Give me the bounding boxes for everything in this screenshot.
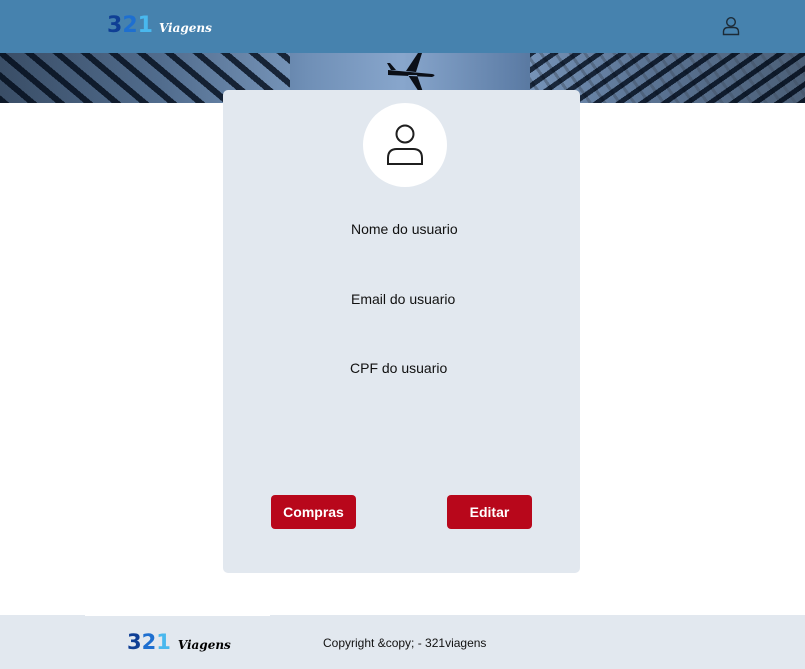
footer: 3 2 1 Viagens Copyright &copy; - 321viag… — [0, 615, 805, 669]
footer-logo[interactable]: 3 2 1 Viagens — [127, 630, 231, 654]
user-icon — [387, 124, 423, 165]
user-email: Email do usuario — [351, 291, 456, 307]
airplane-icon — [387, 53, 435, 92]
user-cpf: CPF do usuario — [350, 360, 448, 376]
user-icon-graphic — [722, 16, 740, 36]
logo-digit-1: 1 — [137, 13, 153, 38]
user-icon[interactable] — [720, 15, 742, 37]
copyright-text: Copyright &copy; - 321viagens — [323, 636, 487, 650]
footer-divider — [85, 615, 270, 616]
footer-logo-digit-3: 3 — [127, 630, 142, 654]
page: 3 2 1 Viagens Nome do usuario Email do u… — [0, 0, 805, 669]
logo-digit-2: 2 — [122, 13, 138, 38]
profile-card: Nome do usuario Email do usuario CPF do … — [223, 90, 580, 573]
footer-logo-digit-2: 2 — [141, 630, 157, 654]
top-navbar: 3 2 1 Viagens — [0, 0, 805, 53]
logo-digit-3: 3 — [107, 13, 123, 38]
logo-word: Viagens — [158, 21, 212, 35]
brand-logo[interactable]: 3 2 1 Viagens — [107, 13, 212, 38]
footer-logo-digit-1: 1 — [156, 630, 171, 654]
avatar — [363, 103, 447, 187]
user-name: Nome do usuario — [351, 221, 458, 237]
compras-button[interactable]: Compras — [271, 495, 356, 529]
editar-button[interactable]: Editar — [447, 495, 532, 529]
footer-logo-word: Viagens — [177, 638, 231, 652]
